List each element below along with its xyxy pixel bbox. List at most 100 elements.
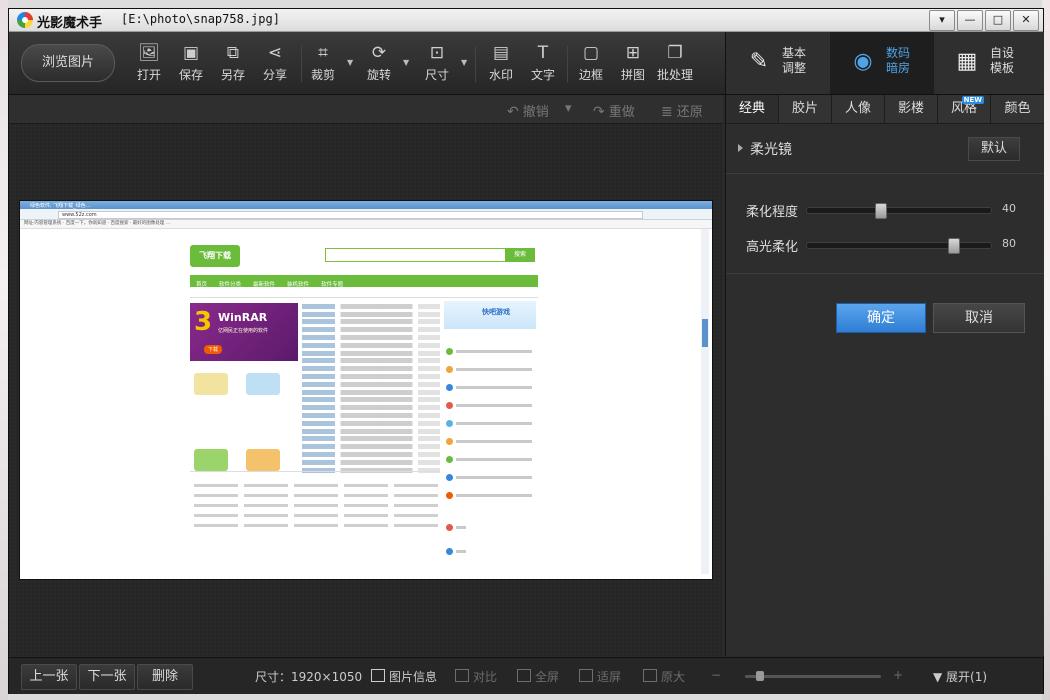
new-badge: NEW [961,96,984,104]
undo-icon: ↶ [507,104,519,120]
mode-basic-adjust-label: 基本 调整 [782,46,807,75]
app-title: 光影魔术手 [37,16,103,31]
preview-search-button: 搜索 [505,248,535,262]
original-size-button[interactable]: 原大 [643,668,685,685]
preview-browser-tab: 绿色软件, 飞翔下载_绿色… [30,203,91,209]
batch-button[interactable]: ❐ 批处理 [653,42,697,88]
preview-subnav [190,289,538,298]
mode-custom-template[interactable]: ▦ 自设 模板 [934,32,1044,94]
browse-images-button[interactable]: 浏览图片 [21,44,115,82]
image-canvas[interactable]: 绿色软件, 飞翔下载_绿色… www.52z.com 网址·内容管理系统 · 百… [9,124,723,656]
mode-digital-darkroom[interactable]: ◉ 数码 暗房 [830,32,934,94]
crop-label: 裁剪 [310,68,335,82]
resize-icon: ⊡ [429,43,445,63]
watermark-button[interactable]: ▤ 水印 [481,42,521,88]
highlight-softness-slider-thumb[interactable] [948,238,960,254]
expand-arrow-icon[interactable] [738,144,743,152]
fullscreen-button[interactable]: 全屏 [517,668,559,685]
cancel-button[interactable]: 取消 [933,303,1025,333]
fit-screen-icon [579,669,593,682]
compare-icon [455,669,469,682]
fullscreen-icon [517,669,531,682]
template-icon: ▦ [956,49,978,74]
delete-button[interactable]: 删除 [137,664,193,690]
prev-image-button[interactable]: 上一张 [21,664,77,690]
watermark-icon: ▤ [492,43,510,63]
resize-dropdown-icon[interactable]: ▼ [461,58,469,67]
border-button[interactable]: ▢ 边框 [571,42,611,88]
compare-button[interactable]: 对比 [455,668,497,685]
zoom-out-button[interactable]: − [711,668,721,682]
tab-classic[interactable]: 经典 [726,95,779,123]
text-button[interactable]: T 文字 [523,42,563,88]
highlight-softness-slider[interactable] [806,238,992,254]
resize-button[interactable]: ⊡ 尺寸 [417,42,457,88]
expand-caret-icon: ▼ [933,670,947,684]
preview-sidebar: 快吧游戏 [444,301,536,571]
save-as-icon: ⧉ [226,43,240,63]
share-label: 分享 [262,68,287,82]
preview-scrollbar [701,229,709,574]
text-label: 文字 [530,68,555,82]
rotate-dropdown-icon[interactable]: ▼ [403,58,411,67]
rotate-icon: ⟳ [371,43,387,63]
rotate-label: 旋转 [366,68,391,82]
undo-button[interactable]: ↶ 撤销 [507,101,549,120]
confirm-button[interactable]: 确定 [836,303,926,333]
toolbar-separator [301,46,302,82]
expand-button[interactable]: ▼ 展开(1) [933,668,987,685]
highlight-softness-value: 80 [1002,237,1016,250]
tab-color[interactable]: 颜色 [991,95,1044,123]
preview-address-bar: www.52z.com [20,209,712,220]
main-toolbar: 浏览图片 🖼 打开 ▣ 保存 ⧉ 另存 ⋖ 分享 ⌗ 裁剪 ▼ ⟳ 旋转 ▼ ⊡ [9,32,1044,95]
menu-dropdown-button[interactable]: ▾ [929,10,955,31]
save-as-button[interactable]: ⧉ 另存 [213,42,253,88]
preview-software-grid [190,471,440,572]
tab-portrait[interactable]: 人像 [832,95,885,123]
close-button[interactable]: ✕ [1013,10,1039,31]
file-path: [E:\photo\snap758.jpg] [121,12,280,26]
next-image-button[interactable]: 下一张 [79,664,135,690]
crop-dropdown-icon[interactable]: ▼ [347,58,355,67]
default-button[interactable]: 默认 [968,137,1020,161]
status-bar: 上一张 下一张 删除 尺寸：1920×1050 图片信息 对比 全屏 适屏 原大… [9,657,1043,694]
save-button[interactable]: ▣ 保存 [171,42,211,88]
crop-button[interactable]: ⌗ 裁剪 [303,42,343,88]
preview-webpage: 飞翔下载 搜索 首页 软件分类 最新软件 装机软件 软件专题 3 WinRAR 亿网民正… [190,231,540,579]
open-button[interactable]: 🖼 打开 [129,42,169,88]
softness-slider-thumb[interactable] [875,203,887,219]
restore-button[interactable]: ≣ 还原 [661,101,703,120]
collage-button[interactable]: ⊞ 拼图 [613,42,653,88]
open-label: 打开 [136,68,161,82]
filter-name[interactable]: 柔光镜 [750,139,792,159]
zoom-slider[interactable] [745,671,881,681]
batch-label: 批处理 [656,68,693,82]
zoom-in-button[interactable]: + [893,668,903,682]
info-icon [371,669,385,682]
tab-style[interactable]: 风格 NEW [938,95,991,123]
fit-screen-button[interactable]: 适屏 [579,668,621,685]
softness-slider[interactable] [806,203,992,219]
tab-film[interactable]: 胶片 [779,95,832,123]
open-icon: 🖼 [138,43,160,63]
share-button[interactable]: ⋖ 分享 [255,42,295,88]
collage-label: 拼图 [620,68,645,82]
tab-studio[interactable]: 影楼 [885,95,938,123]
redo-button[interactable]: ↷ 重做 [593,101,635,120]
rotate-button[interactable]: ⟳ 旋转 [359,42,399,88]
preview-browser-tabbar: 绿色软件, 飞翔下载_绿色… [20,201,712,209]
filter-tabs: 经典 胶片 人像 影楼 风格 NEW 颜色 [726,95,1044,124]
desktop-background-left [0,0,8,700]
zoom-slider-thumb[interactable] [756,671,764,681]
minimize-button[interactable]: — [957,10,983,31]
divider [726,273,1044,274]
image-info-button[interactable]: 图片信息 [371,668,437,685]
maximize-button[interactable]: □ [985,10,1011,31]
watermark-label: 水印 [488,68,513,82]
resize-label: 尺寸 [424,68,449,82]
preview-search-box [325,248,507,262]
save-as-label: 另存 [220,68,245,82]
preview-winrar-banner: 3 WinRAR 亿网民正在使用的软件 下载 [190,303,298,361]
mode-basic-adjust[interactable]: ✎ 基本 调整 [726,32,830,94]
undo-dropdown-icon[interactable]: ▾ [565,101,572,116]
